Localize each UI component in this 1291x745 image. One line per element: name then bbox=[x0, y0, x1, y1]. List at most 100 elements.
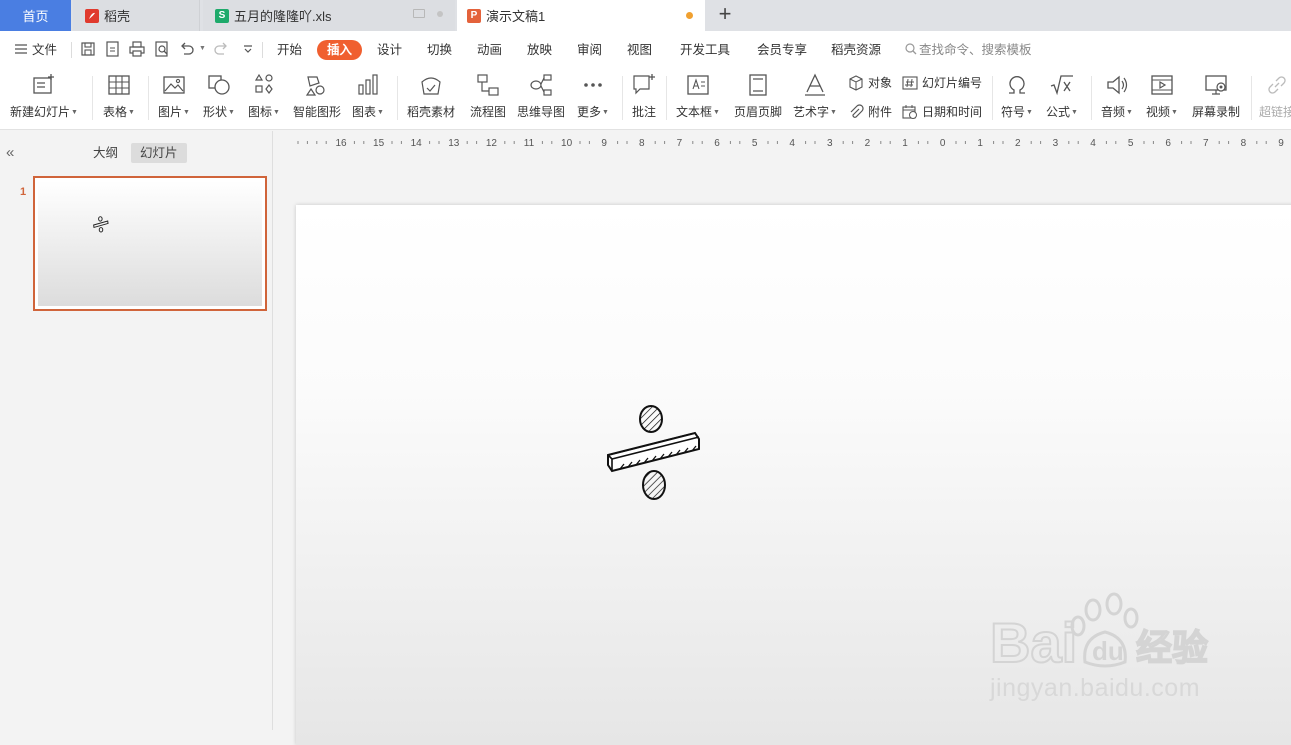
table-icon bbox=[108, 75, 130, 95]
ruler-label: 4 bbox=[1090, 138, 1096, 149]
formula-label: 公式 bbox=[1046, 105, 1071, 119]
division-sign-graphic-icon[interactable] bbox=[606, 403, 702, 503]
print-preview-icon[interactable] bbox=[153, 40, 171, 58]
menu-tab-view[interactable]: 视图 bbox=[627, 40, 652, 60]
slide-number-datetime-group: 幻灯片编号 日期和时间 bbox=[902, 74, 982, 120]
menu-tab-transitions[interactable]: 切换 bbox=[427, 40, 452, 60]
daoke-material-label: 稻壳素材 bbox=[407, 105, 456, 119]
attachment-button[interactable]: 附件 bbox=[848, 103, 892, 120]
icons-gallery-icon bbox=[254, 73, 273, 94]
ruler-label: 2 bbox=[1015, 138, 1021, 149]
datetime-button[interactable]: 日期和时间 bbox=[902, 103, 982, 120]
tab-spreadsheet[interactable]: S 五月的隆隆吖.xls bbox=[203, 0, 455, 31]
ruler-label: 11 bbox=[524, 138, 535, 149]
video-button[interactable]: 视频▼ bbox=[1146, 70, 1178, 126]
flowchart-button[interactable]: 流程图 bbox=[470, 70, 506, 126]
redo-icon[interactable] bbox=[212, 40, 230, 58]
ruler-label: 7 bbox=[1203, 138, 1209, 149]
tab-outline[interactable]: 大纲 bbox=[93, 143, 118, 163]
file-menu-button[interactable]: 文件 bbox=[14, 40, 57, 60]
chart-button[interactable]: 图表▼ bbox=[352, 70, 384, 126]
menu-tab-design[interactable]: 设计 bbox=[377, 40, 402, 60]
export-pdf-icon[interactable] bbox=[104, 40, 122, 58]
ruler-label: 16 bbox=[335, 138, 347, 149]
spreadsheet-file-icon: S bbox=[215, 8, 229, 23]
menu-tab-insert[interactable]: 插入 bbox=[317, 40, 363, 60]
header-footer-button[interactable]: 页眉页脚 bbox=[734, 70, 782, 126]
new-tab-button[interactable]: + bbox=[713, 3, 737, 27]
textbox-label: 文本框 bbox=[676, 105, 713, 119]
slide-thumbnail-preview bbox=[38, 181, 262, 306]
menu-tab-animation[interactable]: 动画 bbox=[477, 40, 502, 60]
textbox-button[interactable]: 文本框▼ bbox=[676, 70, 720, 126]
menu-tab-review[interactable]: 审阅 bbox=[577, 40, 602, 60]
print-icon[interactable] bbox=[128, 40, 146, 58]
object-icon bbox=[849, 74, 863, 91]
ruler-label: 5 bbox=[1128, 138, 1134, 149]
menu-tab-slideshow[interactable]: 放映 bbox=[527, 40, 552, 60]
smart-graphic-label: 智能图形 bbox=[293, 105, 342, 119]
more-button[interactable]: 更多▼ bbox=[577, 70, 609, 126]
new-slide-button[interactable]: 新建幻灯片▼ bbox=[10, 70, 78, 126]
audio-button[interactable]: 音频▼ bbox=[1101, 70, 1133, 126]
divider bbox=[262, 42, 263, 58]
screen-record-label: 屏幕录制 bbox=[1192, 105, 1241, 119]
shape-icon bbox=[208, 75, 230, 95]
customize-toolbar-icon[interactable] bbox=[239, 40, 257, 58]
menu-row: 文件 ▼ 开始 插入 设计 切换 动画 放映 审阅 视图 开发工具 会员专享 稻… bbox=[0, 31, 1291, 68]
mindmap-button[interactable]: 思维导图 bbox=[517, 70, 565, 126]
speaker-icon bbox=[1107, 75, 1128, 95]
flowchart-icon bbox=[477, 74, 499, 96]
menu-tab-daoke-resources[interactable]: 稻壳资源 bbox=[831, 40, 881, 60]
monitor-icon[interactable] bbox=[413, 9, 425, 18]
tab-presentation[interactable]: P 演示文稿1 bbox=[457, 0, 705, 31]
ruler-label: 7 bbox=[677, 138, 683, 149]
ruler-label: 4 bbox=[789, 138, 795, 149]
slide-number-button[interactable]: 幻灯片编号 bbox=[902, 74, 982, 91]
wordart-button[interactable]: 艺术字▼ bbox=[793, 70, 837, 126]
symbol-button[interactable]: 符号▼ bbox=[1001, 70, 1033, 126]
mindmap-icon bbox=[530, 74, 552, 96]
smart-graphic-button[interactable]: 智能图形 bbox=[293, 70, 341, 126]
object-button[interactable]: 对象 bbox=[848, 74, 892, 91]
menu-tab-developer[interactable]: 开发工具 bbox=[680, 40, 730, 60]
calendar-clock-icon bbox=[902, 104, 917, 119]
shape-button[interactable]: 形状▼ bbox=[203, 70, 235, 126]
comment-button[interactable]: 批注 bbox=[631, 70, 657, 126]
picture-button[interactable]: 图片▼ bbox=[158, 70, 190, 126]
watermark-url: jingyan.baidu.com bbox=[990, 674, 1201, 702]
slide-number-label: 幻灯片编号 bbox=[922, 76, 983, 90]
daoke-material-button[interactable]: 稻壳素材 bbox=[407, 70, 455, 126]
ruler-label: 6 bbox=[714, 138, 720, 149]
object-attachment-group: 对象 附件 bbox=[848, 74, 892, 120]
chart-label: 图表 bbox=[352, 105, 377, 119]
collapse-panel-icon[interactable]: « bbox=[6, 144, 14, 161]
ruler-label: 8 bbox=[1241, 138, 1247, 149]
omega-symbol-icon bbox=[1008, 76, 1025, 94]
save-icon[interactable] bbox=[79, 40, 97, 58]
icon-button[interactable]: 图标▼ bbox=[248, 70, 280, 126]
undo-dropdown-icon[interactable]: ▼ bbox=[199, 45, 206, 52]
ruler-label: 9 bbox=[1278, 138, 1284, 149]
ruler-label: 3 bbox=[1053, 138, 1059, 149]
slide-thumbnail[interactable] bbox=[33, 176, 267, 311]
tab-daoke[interactable]: 稻壳 bbox=[73, 0, 200, 31]
tab-close-dot-icon[interactable] bbox=[437, 11, 443, 17]
table-button[interactable]: 表格▼ bbox=[103, 70, 135, 126]
menu-tab-start[interactable]: 开始 bbox=[277, 40, 302, 60]
divider bbox=[1091, 76, 1092, 120]
formula-button[interactable]: 公式▼ bbox=[1046, 70, 1078, 126]
hyperlink-button[interactable]: 超链接 bbox=[1259, 70, 1291, 126]
divider bbox=[397, 76, 398, 120]
ruler-label: 5 bbox=[752, 138, 758, 149]
search-placeholder: 查找命令、搜索模板 bbox=[919, 43, 1032, 57]
undo-icon[interactable] bbox=[178, 40, 196, 58]
ruler-label: 2 bbox=[865, 138, 871, 149]
tab-home[interactable]: 首页 bbox=[0, 0, 71, 31]
command-search[interactable]: 查找命令、搜索模板 bbox=[905, 40, 1032, 60]
tab-slides[interactable]: 幻灯片 bbox=[131, 143, 187, 163]
divider bbox=[992, 76, 993, 120]
unsaved-dot-icon bbox=[686, 12, 693, 19]
menu-tab-member[interactable]: 会员专享 bbox=[757, 40, 807, 60]
screen-record-button[interactable]: 屏幕录制 bbox=[1192, 70, 1240, 126]
